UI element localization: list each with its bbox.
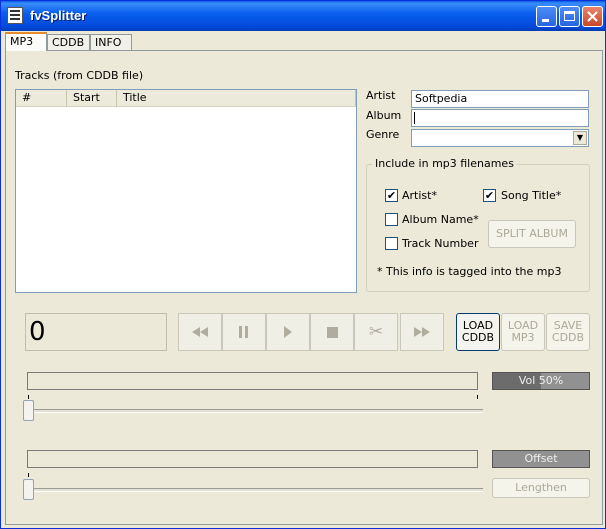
genre-select[interactable]: ▼ bbox=[411, 129, 589, 147]
check-icon: ✔ bbox=[386, 189, 397, 202]
track-number-checkbox[interactable] bbox=[385, 237, 398, 250]
load-mp3-button[interactable]: LOAD MP3 bbox=[501, 313, 545, 351]
pause-button[interactable] bbox=[222, 313, 266, 351]
rewind-button[interactable] bbox=[178, 313, 222, 351]
fast-forward-icon bbox=[414, 327, 430, 337]
column-header-start[interactable]: Start bbox=[67, 90, 117, 107]
offset-button[interactable]: Offset bbox=[492, 450, 590, 468]
song-title-checkbox-label[interactable]: Song Title* bbox=[501, 189, 561, 202]
tab-cddb[interactable]: CDDB bbox=[47, 34, 90, 50]
include-group-title: Include in mp3 filenames bbox=[372, 157, 517, 170]
split-scissors-button[interactable]: ✂ bbox=[354, 313, 398, 351]
maximize-icon bbox=[564, 11, 575, 21]
load-mp3-label-2: MP3 bbox=[511, 331, 535, 344]
app-icon[interactable] bbox=[7, 7, 23, 24]
tab-mp3[interactable]: MP3 bbox=[5, 32, 47, 51]
scissors-icon: ✂ bbox=[368, 322, 384, 342]
minimize-icon bbox=[542, 19, 549, 22]
column-header-title[interactable]: Title bbox=[117, 90, 356, 107]
maximize-button[interactable] bbox=[559, 6, 580, 27]
split-album-button[interactable]: SPLIT ALBUM bbox=[488, 220, 576, 248]
tick-mark bbox=[477, 395, 478, 399]
track-number-checkbox-label[interactable]: Track Number bbox=[402, 237, 478, 250]
save-cddb-label-2: CDDB bbox=[551, 331, 585, 344]
tab-info[interactable]: INFO bbox=[90, 34, 132, 50]
album-label: Album bbox=[366, 109, 402, 122]
volume-progress-bar bbox=[27, 372, 478, 390]
play-button[interactable] bbox=[266, 313, 310, 351]
window-title: fvSplitter bbox=[30, 8, 87, 23]
lengthen-button[interactable]: Lengthen bbox=[492, 478, 590, 498]
check-icon: ✔ bbox=[484, 189, 495, 202]
minimize-button[interactable] bbox=[536, 6, 557, 27]
song-title-checkbox[interactable]: ✔ bbox=[483, 189, 496, 202]
album-field[interactable] bbox=[411, 109, 589, 127]
tagging-note: * This info is tagged into the mp3 bbox=[377, 265, 562, 278]
rewind-icon bbox=[192, 327, 208, 337]
artist-checkbox-label[interactable]: Artist* bbox=[402, 189, 437, 202]
volume-slider-track[interactable] bbox=[27, 409, 483, 413]
artist-field[interactable]: Softpedia bbox=[411, 90, 589, 108]
genre-dropdown-button[interactable]: ▼ bbox=[573, 131, 587, 145]
app-window: fvSplitter MP3 CDDB INFO Tracks (from CD… bbox=[0, 0, 606, 529]
genre-label: Genre bbox=[366, 128, 400, 141]
save-cddb-button[interactable]: SAVE CDDB bbox=[546, 313, 590, 351]
artist-label: Artist bbox=[366, 89, 396, 102]
volume-slider-thumb[interactable] bbox=[23, 400, 34, 421]
load-cddb-label-2: CDDB bbox=[461, 331, 495, 344]
tracks-label: Tracks (from CDDB file) bbox=[15, 69, 144, 82]
offset-slider-track[interactable] bbox=[27, 488, 483, 492]
offset-progress-bar bbox=[27, 450, 478, 468]
load-cddb-button[interactable]: LOAD CDDB bbox=[456, 313, 500, 351]
text-cursor bbox=[414, 112, 415, 124]
time-display: 0 bbox=[25, 313, 167, 351]
chevron-down-icon: ▼ bbox=[576, 133, 584, 142]
stop-button[interactable] bbox=[310, 313, 354, 351]
tracks-list[interactable]: # Start Title bbox=[15, 89, 357, 293]
volume-level-bar[interactable]: Vol 50% bbox=[492, 372, 590, 390]
fast-forward-button[interactable] bbox=[400, 313, 444, 351]
tick-mark bbox=[28, 473, 29, 477]
stop-icon bbox=[326, 327, 338, 338]
volume-label: Vol 50% bbox=[518, 374, 564, 387]
pause-icon bbox=[239, 326, 248, 338]
artist-checkbox[interactable]: ✔ bbox=[385, 189, 398, 202]
column-header-number[interactable]: # bbox=[16, 90, 67, 107]
title-bar[interactable]: fvSplitter bbox=[1, 1, 605, 31]
album-name-checkbox[interactable] bbox=[385, 213, 398, 226]
play-icon bbox=[284, 326, 292, 338]
close-button[interactable] bbox=[582, 6, 603, 27]
album-name-checkbox-label[interactable]: Album Name* bbox=[402, 213, 479, 226]
close-icon bbox=[587, 11, 598, 22]
tick-mark bbox=[28, 395, 29, 399]
offset-slider-thumb[interactable] bbox=[23, 479, 34, 500]
